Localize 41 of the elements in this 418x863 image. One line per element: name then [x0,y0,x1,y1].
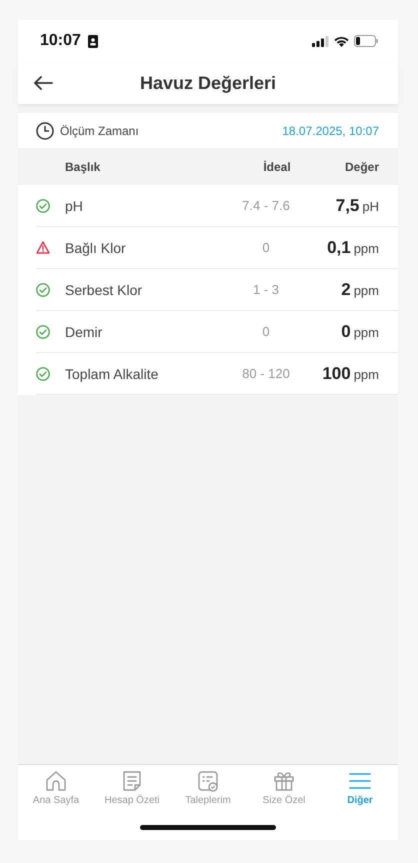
id-card-icon [88,34,98,48]
value-text: 0,1 [327,238,351,258]
status-time: 10:07 [40,32,81,50]
table-cell-text: 80 - 120 [241,366,291,381]
unit-text: ppm [354,324,379,340]
back-button[interactable] [32,73,54,93]
value-text: 2 [341,280,351,300]
tab-item[interactable]: Size Özel [246,765,322,809]
column-header: Başlık [65,160,102,174]
tab-item[interactable]: Hesap Özeti [94,765,170,809]
clock-icon [36,122,54,140]
table-cell-text: Serbest Klor [65,282,144,298]
unit-text: pH [362,198,379,214]
column-header: İdeal [262,160,292,174]
table-cell-text: pH [65,198,84,214]
battery-icon [354,35,378,47]
table-cell-text: 1 - 3 [252,282,280,297]
signal-icon [312,36,329,46]
table-cell-text: Toplam Alkalite [65,366,160,382]
value-text: 0 [341,322,351,342]
tab-item[interactable]: Ana Sayfa [18,765,94,809]
value-text: 100 [322,364,351,384]
value-text: 7,5 [336,196,360,216]
table-cell-text: Demir [65,324,104,340]
tab-item[interactable]: Taleplerim [170,765,246,809]
unit-text: ppm [354,240,379,256]
unit-text: ppm [354,366,379,382]
measurement-label: Ölçüm Zamanı [60,124,140,138]
table-cell-text: 0 [261,240,271,255]
table-cell-text: 7.4 - 7.6 [241,198,291,213]
table-cell-text: Bağlı Klor [65,240,127,256]
page-title: Havuz Değerleri [140,72,276,94]
column-header: Değer [344,160,379,174]
home-icon [44,769,68,793]
table-cell-text: 0 [261,324,271,339]
checklist-icon [196,769,220,793]
unit-text: ppm [354,282,379,298]
measurement-time: 18.07.2025, 10:07 [282,124,379,138]
gift-icon [272,769,296,793]
tab-item[interactable]: Diğer [322,765,398,809]
wifi-icon [334,36,349,46]
